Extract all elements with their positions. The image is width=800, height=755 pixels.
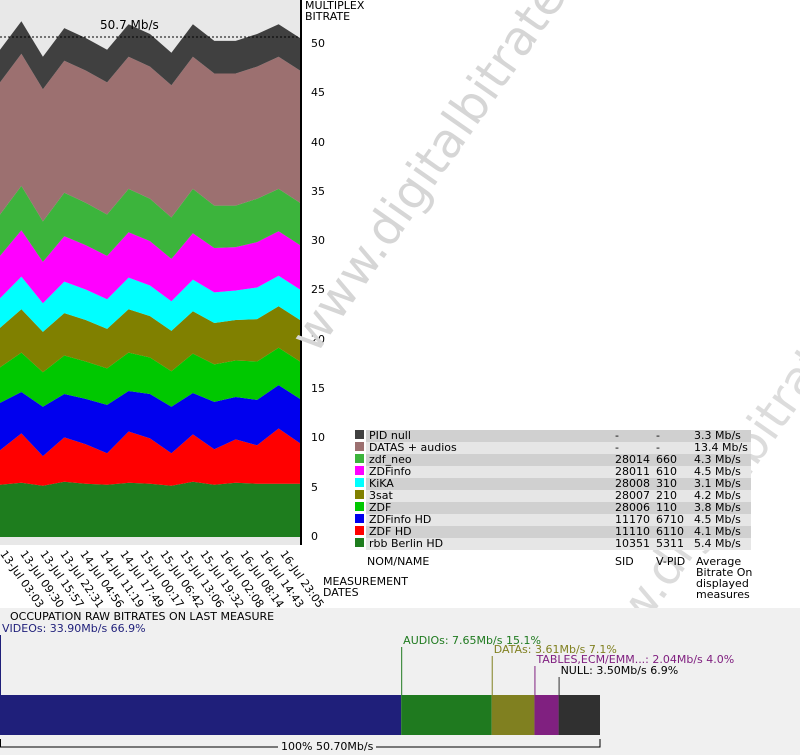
occupation-segment	[491, 695, 535, 735]
legend-sid: 10351	[612, 538, 653, 550]
legend-row: rbb Berlin HD 10351 5311 5.4 Mb/s	[355, 538, 751, 550]
occupation-segment	[0, 695, 402, 735]
stacked-area-chart	[0, 0, 302, 545]
legend-swatch	[355, 442, 364, 451]
legend-vpid: 5311	[653, 538, 691, 550]
chart-plot-area	[0, 0, 302, 545]
legend-swatch	[355, 466, 364, 475]
y-tick-label: 30	[311, 234, 325, 248]
occupation-total: 100% 50.70Mb/s	[278, 741, 377, 752]
legend-col-sid: SID	[615, 555, 634, 568]
y-tick-label: 10	[311, 431, 325, 445]
occupation-segment	[534, 695, 559, 735]
legend-col-vpid: V-PID	[656, 555, 686, 568]
legend-col-name: NOM/NAME	[367, 555, 430, 568]
occupation-segment	[401, 695, 492, 735]
legend-swatch	[355, 502, 364, 511]
y-tick-label: 40	[311, 135, 325, 149]
legend-swatch	[355, 430, 364, 439]
legend-row: 3sat 28007 210 4.2 Mb/s	[355, 490, 751, 502]
legend-row: zdf_neo 28014 660 4.3 Mb/s	[355, 454, 751, 466]
legend-avg: 5.4 Mb/s	[691, 538, 751, 550]
y-tick-label: 35	[311, 184, 325, 198]
area-series-rbb-berlin-hd	[0, 481, 300, 537]
y-axis-label: MULTIPLEX BITRATE	[305, 0, 365, 23]
legend-swatch	[355, 526, 364, 535]
legend-row: ZDFinfo 28011 610 4.5 Mb/s	[355, 466, 751, 478]
occupation-segment-label: VIDEOs: 33.90Mb/s 66.9%	[2, 622, 146, 635]
legend-table: PID null - -3.3 Mb/s DATAS + audios - -13.4 M…	[355, 430, 751, 550]
occupation-panel: OCCUPATION RAW BITRATES ON LAST MEASURE …	[0, 608, 800, 755]
legend-swatch	[355, 478, 364, 487]
legend-swatch	[355, 538, 364, 547]
legend-name: KiKA	[366, 478, 612, 490]
legend-swatch	[355, 490, 364, 499]
watermark: www.digitalbitrate.com	[280, 0, 645, 363]
legend-row: KiKA 28008 310 3.1 Mb/s	[355, 478, 751, 490]
x-axis-label: MEASUREMENT DATES	[323, 575, 408, 599]
y-tick-label: 0	[311, 530, 318, 543]
legend-name: 3sat	[366, 490, 612, 502]
y-tick-label: 45	[311, 86, 325, 100]
legend-row: ZDFinfo HD 11170 6710 4.5 Mb/s	[355, 514, 751, 526]
y-tick-label: 15	[311, 382, 325, 396]
legend-name: rbb Berlin HD	[366, 538, 612, 550]
legend-col-avg: Average Bitrate On displayed measures	[696, 555, 753, 601]
legend-name: ZDFinfo	[366, 466, 612, 478]
y-tick-label: 50	[311, 36, 325, 50]
chart-title: 50.7 Mb/s	[100, 18, 159, 32]
occupation-segment	[558, 695, 600, 735]
y-tick-label: 5	[311, 480, 318, 494]
legend-swatch	[355, 454, 364, 463]
occupation-segment-label: NULL: 3.50Mb/s 6.9%	[560, 664, 679, 677]
legend-row: DATAS + audios - -13.4 Mb/s	[355, 442, 751, 454]
legend-swatch	[355, 514, 364, 523]
